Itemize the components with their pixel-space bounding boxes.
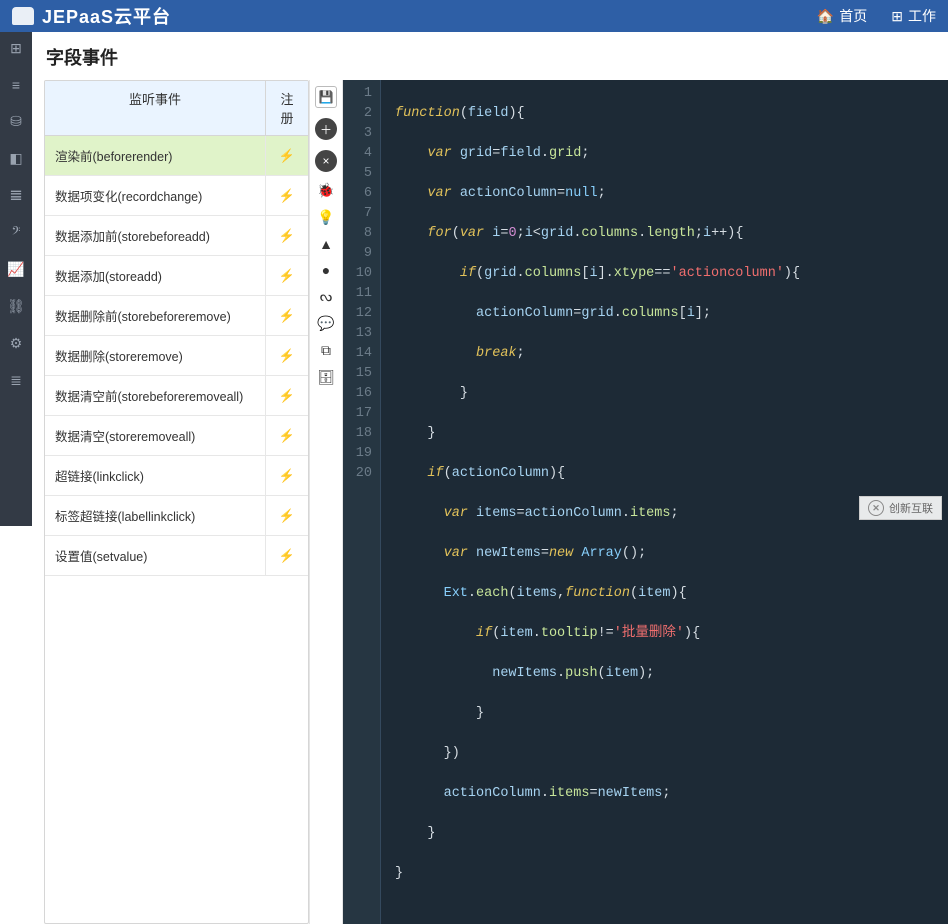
watermark: ✕ 创新互联	[859, 496, 942, 520]
event-reg-icon[interactable]: ⚡	[266, 256, 308, 295]
event-reg-icon[interactable]: ⚡	[266, 176, 308, 215]
tool-2[interactable]: ×	[315, 150, 337, 172]
watermark-label: 创新互联	[889, 500, 933, 516]
event-row[interactable]: 数据删除(storeremove) ⚡	[45, 336, 308, 376]
tool-8[interactable]: 💬	[317, 315, 334, 332]
tool-7[interactable]: ᔓ	[320, 288, 332, 305]
bolt-icon: ⚡	[279, 388, 295, 404]
page-title: 字段事件	[32, 32, 948, 80]
event-label: 设置值(setvalue)	[45, 536, 266, 575]
tool-9[interactable]: ⧉	[321, 342, 331, 359]
event-header-main: 监听事件	[45, 81, 266, 135]
code-editor[interactable]: 1234567891011121314151617181920 function…	[343, 80, 948, 924]
leftnav-item-2[interactable]: ⛁	[10, 113, 22, 130]
event-panel: 监听事件 注册 渲染前(beforerender)⚡数据项变化(recordch…	[44, 80, 309, 924]
event-label: 数据清空前(storebeforeremoveall)	[45, 376, 266, 415]
bolt-icon: ⚡	[279, 468, 295, 484]
leftnav-item-9[interactable]: ≣	[10, 372, 22, 389]
logo-icon	[12, 7, 34, 25]
topbar: JEPaaS云平台 🏠 首页 ⊞ 工作	[0, 0, 948, 32]
left-nav: ⊞ ≡ ⛁ ◧ 𝌆 𝄢 📈 ⛓ ⚙ ≣	[0, 32, 32, 526]
nav-work[interactable]: ⊞ 工作	[891, 6, 936, 26]
tool-5[interactable]: ▲	[319, 236, 333, 252]
bolt-icon: ⚡	[279, 428, 295, 444]
leftnav-item-1[interactable]: ≡	[12, 77, 20, 93]
event-reg-icon[interactable]: ⚡	[266, 136, 308, 175]
tool-6[interactable]: ●	[322, 262, 330, 278]
event-row[interactable]: 渲染前(beforerender) ⚡	[45, 136, 308, 176]
bolt-icon: ⚡	[279, 308, 295, 324]
leftnav-item-0[interactable]: ⊞	[10, 40, 22, 57]
bolt-icon: ⚡	[279, 268, 295, 284]
event-reg-icon[interactable]: ⚡	[266, 456, 308, 495]
tool-4[interactable]: 💡	[317, 209, 334, 226]
tool-10[interactable]: 🗄	[317, 369, 335, 386]
event-row[interactable]: 标签超链接(labellinkclick) ⚡	[45, 496, 308, 536]
bolt-icon: ⚡	[279, 348, 295, 364]
event-reg-icon[interactable]: ⚡	[266, 496, 308, 535]
leftnav-item-8[interactable]: ⚙	[10, 335, 23, 352]
event-row[interactable]: 数据添加(storeadd) ⚡	[45, 256, 308, 296]
home-icon: 🏠	[817, 8, 834, 25]
event-label: 超链接(linkclick)	[45, 456, 266, 495]
event-label: 数据添加(storeadd)	[45, 256, 266, 295]
tool-3[interactable]: 🐞	[317, 182, 334, 199]
tool-strip: 💾 ＋ × 🐞 💡 ▲ ● ᔓ 💬 ⧉ 🗄	[309, 80, 343, 924]
event-label: 渲染前(beforerender)	[45, 136, 266, 175]
event-reg-icon[interactable]: ⚡	[266, 216, 308, 255]
event-label: 数据项变化(recordchange)	[45, 176, 266, 215]
event-reg-icon[interactable]: ⚡	[266, 416, 308, 455]
event-reg-icon[interactable]: ⚡	[266, 336, 308, 375]
work-icon: ⊞	[891, 8, 903, 25]
leftnav-item-3[interactable]: ◧	[9, 150, 22, 167]
event-header-reg: 注册	[266, 81, 308, 135]
bolt-icon: ⚡	[279, 228, 295, 244]
tool-1[interactable]: ＋	[315, 118, 337, 140]
bolt-icon: ⚡	[279, 548, 295, 564]
event-label: 数据删除(storeremove)	[45, 336, 266, 375]
event-label: 数据删除前(storebeforeremove)	[45, 296, 266, 335]
bolt-icon: ⚡	[279, 508, 295, 524]
event-row[interactable]: 超链接(linkclick) ⚡	[45, 456, 308, 496]
event-reg-icon[interactable]: ⚡	[266, 536, 308, 575]
event-row[interactable]: 数据添加前(storebeforeadd) ⚡	[45, 216, 308, 256]
event-row[interactable]: 数据删除前(storebeforeremove) ⚡	[45, 296, 308, 336]
line-gutter: 1234567891011121314151617181920	[343, 80, 381, 924]
bolt-icon: ⚡	[279, 188, 295, 204]
brand-title: JEPaaS云平台	[42, 3, 171, 29]
event-label: 数据添加前(storebeforeadd)	[45, 216, 266, 255]
nav-home-label: 首页	[839, 6, 867, 26]
leftnav-item-6[interactable]: 📈	[7, 261, 24, 278]
tool-0[interactable]: 💾	[315, 86, 337, 108]
bolt-icon: ⚡	[279, 148, 295, 164]
leftnav-item-5[interactable]: 𝄢	[11, 224, 20, 241]
nav-work-label: 工作	[908, 6, 936, 26]
leftnav-item-7[interactable]: ⛓	[7, 298, 25, 315]
event-row[interactable]: 数据项变化(recordchange) ⚡	[45, 176, 308, 216]
nav-home[interactable]: 🏠 首页	[817, 6, 867, 26]
event-label: 数据清空(storeremoveall)	[45, 416, 266, 455]
event-label: 标签超链接(labellinkclick)	[45, 496, 266, 535]
event-row[interactable]: 数据清空(storeremoveall) ⚡	[45, 416, 308, 456]
event-row[interactable]: 设置值(setvalue) ⚡	[45, 536, 308, 576]
event-reg-icon[interactable]: ⚡	[266, 296, 308, 335]
leftnav-item-4[interactable]: 𝌆	[10, 187, 23, 204]
event-row[interactable]: 数据清空前(storebeforeremoveall) ⚡	[45, 376, 308, 416]
event-reg-icon[interactable]: ⚡	[266, 376, 308, 415]
watermark-icon: ✕	[868, 500, 884, 516]
